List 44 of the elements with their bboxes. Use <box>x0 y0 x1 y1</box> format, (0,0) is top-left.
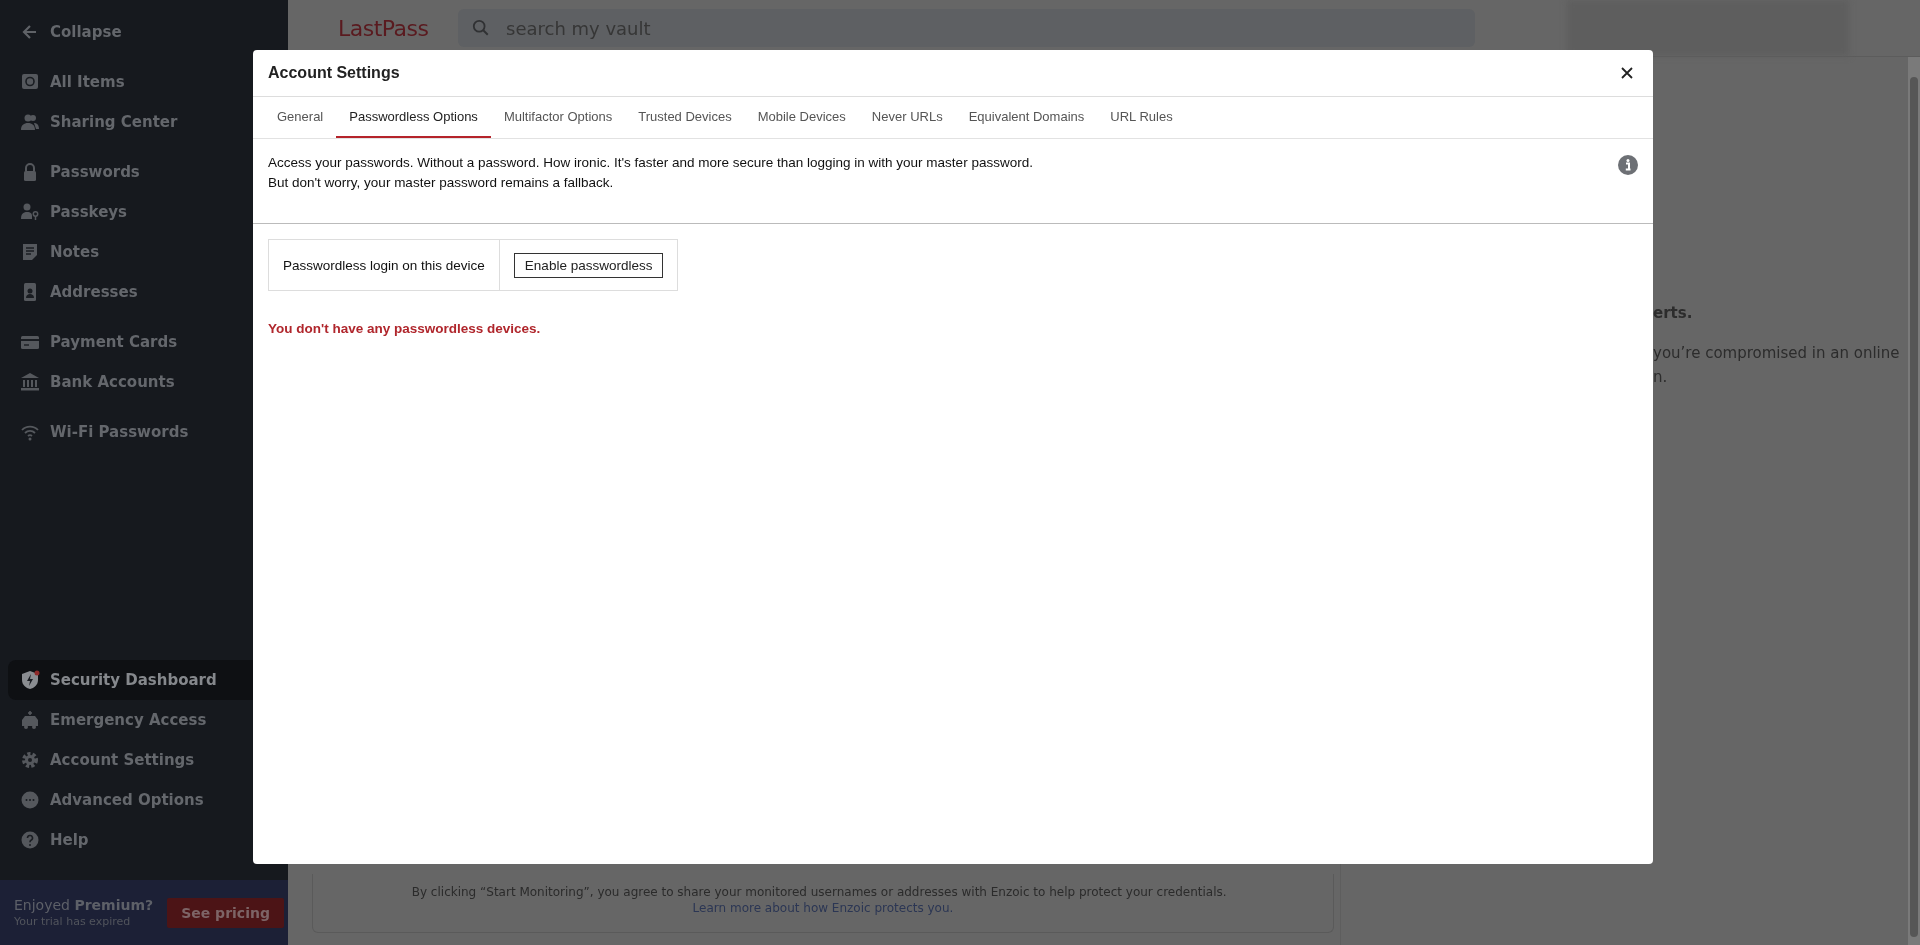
close-icon[interactable] <box>1621 67 1633 79</box>
enable-passwordless-button[interactable]: Enable passwordless <box>513 252 664 278</box>
ambulance-icon <box>20 710 40 730</box>
scrollbar[interactable] <box>1908 57 1920 945</box>
settings-icon <box>20 750 40 770</box>
learn-more-link[interactable]: Learn more about how Enzoic protects you. <box>692 901 954 915</box>
more-icon <box>20 790 40 810</box>
consent-notice: By clicking “Start Monitoring”, you agree to share your monitored usernames or addresses with Enzoic to help protect your credentials. Learn more about how Enzoic protects you. <box>410 884 1228 916</box>
panel-text: you’re compromised in an online <box>1653 343 1901 364</box>
shield-bolt-icon <box>20 670 40 690</box>
dialog-title: Account Settings <box>268 64 400 82</box>
people-icon <box>20 112 40 132</box>
see-pricing-button[interactable]: See pricing <box>167 897 284 928</box>
sidebar-item[interactable]: Emergency Access <box>8 700 288 740</box>
panel-text: erts. <box>1653 303 1694 324</box>
logo: LastPass <box>338 15 430 41</box>
setting-label: Passwordless login on this device <box>269 240 500 290</box>
sidebar-item[interactable]: Account Settings <box>8 740 288 780</box>
panel-text: n. <box>1653 367 1669 388</box>
error-message: You don't have any passwordless devices. <box>268 321 542 336</box>
tab[interactable]: Passwordless Options <box>336 97 491 138</box>
tab[interactable]: Multifactor Options <box>490 97 626 138</box>
sidebar-item[interactable]: Wi-Fi Passwords <box>8 412 288 452</box>
person-key-icon <box>20 202 40 222</box>
tab[interactable]: Equivalent Domains <box>955 97 1098 138</box>
collapse-button[interactable]: Collapse <box>8 12 288 52</box>
tab[interactable]: URL Rules <box>1097 97 1186 138</box>
tab[interactable]: Trusted Devices <box>625 97 745 138</box>
bank-icon <box>20 372 40 392</box>
promo-headline: Enjoyed Premium? <box>14 897 154 913</box>
intro-text: Access your passwords. Without a password. How ironic. It's faster and more secure than logging in with your master password. <box>268 154 1033 172</box>
sidebar-item[interactable]: Passkeys <box>8 192 288 232</box>
safe-icon <box>20 72 40 92</box>
help-icon <box>20 830 40 850</box>
sidebar-item[interactable]: Help <box>8 820 288 860</box>
search-icon <box>472 19 490 37</box>
tab[interactable]: Never URLs <box>858 97 956 138</box>
intro-text: But don't worry, your master password remains a fallback. <box>268 174 615 192</box>
sidebar-item[interactable]: Bank Accounts <box>8 362 288 402</box>
sidebar-item[interactable]: Advanced Options <box>8 780 288 820</box>
note-icon <box>20 242 40 262</box>
info-icon[interactable] <box>1618 155 1638 175</box>
tab[interactable]: Mobile Devices <box>744 97 859 138</box>
tab[interactable]: General <box>264 97 337 138</box>
